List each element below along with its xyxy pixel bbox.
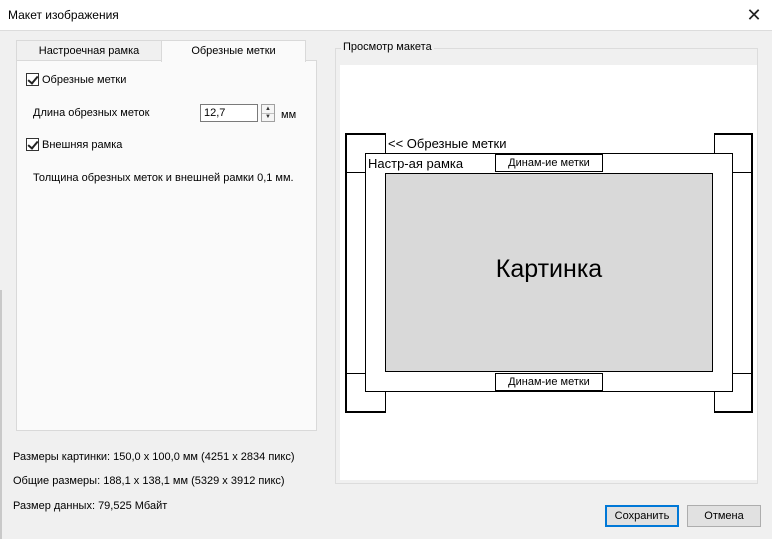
preview-dynamic-marks-bottom: Динам-ие метки <box>495 373 603 391</box>
save-button[interactable]: Сохранить <box>605 505 679 527</box>
tab-frame-settings[interactable]: Настроечная рамка <box>16 40 162 61</box>
outer-frame-checkbox[interactable] <box>26 138 39 151</box>
spin-down-icon[interactable]: ▼ <box>262 113 274 121</box>
window-title: Макет изображения <box>8 8 119 22</box>
thickness-text: Толщина обрезных меток и внешней рамки 0… <box>33 172 294 184</box>
preview-group-title: Просмотр макета <box>341 41 434 53</box>
total-size-text: Общие размеры: 188,1 x 138,1 мм (5329 x … <box>13 475 285 487</box>
data-size-text: Размер данных: 79,525 Мбайт <box>13 500 168 512</box>
picture-size-text: Размеры картинки: 150,0 x 100,0 мм (4251… <box>13 451 295 463</box>
title-bar: Макет изображения ✕ <box>0 0 772 31</box>
crop-marks-checkbox-label[interactable]: Обрезные метки <box>42 74 126 86</box>
tab-crop-marks[interactable]: Обрезные метки <box>161 40 306 62</box>
preview-crop-marks-label: << Обрезные метки <box>388 136 507 151</box>
crop-length-unit: мм <box>281 109 297 121</box>
preview-dynamic-marks-top: Динам-ие метки <box>495 154 603 172</box>
close-icon[interactable]: ✕ <box>742 3 766 27</box>
crop-length-input[interactable]: 12,7 <box>200 104 258 122</box>
preview-frame-label: Настр-ая рамка <box>368 156 464 171</box>
outer-frame-checkbox-label[interactable]: Внешняя рамка <box>42 139 122 151</box>
window-edge <box>0 290 2 539</box>
crop-length-stepper[interactable]: ▲ ▼ <box>261 104 275 122</box>
crop-marks-checkbox[interactable] <box>26 73 39 86</box>
preview-crop-strip-bottom <box>385 392 715 413</box>
cancel-button[interactable]: Отмена <box>687 505 761 527</box>
preview-picture-label: Картинка <box>495 255 603 283</box>
crop-length-label: Длина обрезных меток <box>33 107 150 119</box>
